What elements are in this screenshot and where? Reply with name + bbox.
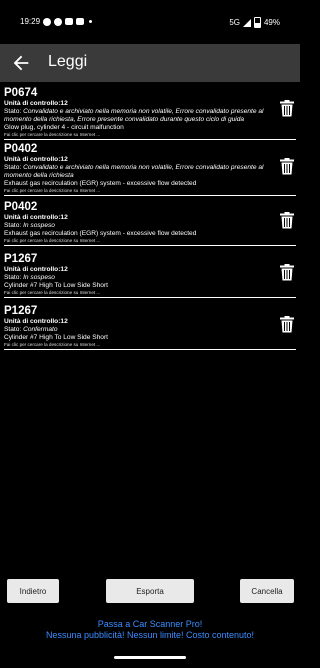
status-bar: 19:29 5G 49% (0, 0, 300, 44)
status-value: In sospeso (23, 222, 55, 229)
error-description: Glow plug, cylinder 4 - circuit malfunct… (4, 124, 124, 132)
error-description: Cylinder #7 High To Low Side Short (4, 282, 108, 290)
promo-banner[interactable]: Passa a Car Scanner Pro! Nessuna pubblic… (0, 619, 300, 641)
error-status: Stato: In sospeso (4, 274, 274, 282)
error-code: P0402 (4, 201, 38, 213)
error-code: P1267 (4, 305, 38, 317)
arrow-left-icon[interactable] (10, 52, 32, 74)
status-label: Stato: (4, 326, 24, 333)
promo-subtitle: Nessuna pubblicità! Nessun limite! Costo… (45, 630, 255, 640)
error-item[interactable]: P0674 Unità di controllo:12 Stato: Conva… (0, 84, 300, 141)
status-label: Stato: (4, 274, 24, 281)
error-item[interactable]: P0402 Unità di controllo:12 Stato: In so… (0, 198, 300, 250)
error-status: Stato: Convalidato e archiviato nella me… (4, 164, 274, 180)
search-hint: Fai clic per cercare la descrizione su I… (4, 238, 101, 244)
error-code: P1267 (4, 253, 38, 265)
control-unit: Unità di controllo:12 (4, 100, 68, 107)
network-label: 5G (229, 18, 240, 27)
delete-button[interactable]: Cancella (240, 579, 294, 603)
divider (4, 297, 296, 299)
status-bar-right: 5G 49% (229, 17, 280, 28)
control-unit: Unità di controllo:12 (4, 318, 68, 325)
status-bar-left: 19:29 (20, 17, 93, 26)
divider (4, 195, 296, 197)
whatsapp-icon (43, 17, 52, 26)
trash-icon[interactable] (280, 316, 294, 333)
error-status: Stato: Convalidato e archiviato nella me… (4, 108, 274, 124)
search-hint: Fai clic per cercare la descrizione su I… (4, 290, 101, 296)
error-status: Stato: Confermato (4, 326, 274, 334)
trash-icon[interactable] (280, 100, 294, 117)
signal-icon (242, 18, 251, 27)
search-hint: Fai clic per cercare la descrizione su I… (4, 132, 101, 138)
error-description: Exhaust gas recirculation (EGR) system -… (4, 180, 197, 188)
status-label: Stato: (4, 222, 24, 229)
promo-title: Passa a Car Scanner Pro! (97, 619, 203, 629)
page-title: Leggi (48, 53, 88, 70)
error-item[interactable]: P1267 Unità di controllo:12 Stato: Confe… (0, 302, 300, 354)
search-hint: Fai clic per cercare la descrizione su I… (4, 342, 101, 348)
error-description: Cylinder #7 High To Low Side Short (4, 334, 108, 342)
error-code: P0674 (4, 87, 38, 99)
status-value: Confermato (23, 326, 58, 333)
reddit-icon (54, 17, 63, 26)
control-unit: Unità di controllo:12 (4, 156, 68, 163)
status-label: Stato: (4, 164, 24, 171)
error-code: P0402 (4, 143, 38, 155)
control-unit: Unità di controllo:12 (4, 214, 68, 221)
app-bar: Leggi (0, 44, 300, 82)
error-item[interactable]: P0402 Unità di controllo:12 Stato: Conva… (0, 140, 300, 198)
status-value: Convalidato e archiviato nella memoria n… (4, 108, 264, 124)
status-label: Stato: (4, 108, 24, 115)
battery-icon (253, 17, 261, 28)
more-notifications-icon (89, 20, 93, 23)
trash-icon[interactable] (280, 264, 294, 281)
error-description: Exhaust gas recirculation (EGR) system -… (4, 230, 197, 238)
divider (4, 245, 296, 247)
trash-icon[interactable] (280, 158, 294, 175)
divider (4, 349, 296, 351)
back-button[interactable]: Indietro (7, 579, 59, 603)
export-button[interactable]: Esporta (106, 579, 194, 603)
error-item[interactable]: P1267 Unità di controllo:12 Stato: In so… (0, 250, 300, 302)
error-list: P0674 Unità di controllo:12 Stato: Conva… (0, 84, 300, 354)
youtube-icon (65, 18, 74, 25)
search-hint: Fai clic per cercare la descrizione su I… (4, 188, 101, 194)
battery-percent: 49% (263, 18, 280, 27)
status-time: 19:29 (20, 17, 41, 26)
error-status: Stato: In sospeso (4, 222, 274, 230)
trash-icon[interactable] (280, 212, 294, 229)
status-value: In sospeso (23, 274, 55, 281)
status-value: Convalidato e archiviato nella memoria n… (4, 164, 264, 180)
control-unit: Unità di controllo:12 (4, 266, 68, 273)
gesture-nav-bar[interactable] (114, 656, 186, 659)
youtube-icon (76, 18, 85, 25)
